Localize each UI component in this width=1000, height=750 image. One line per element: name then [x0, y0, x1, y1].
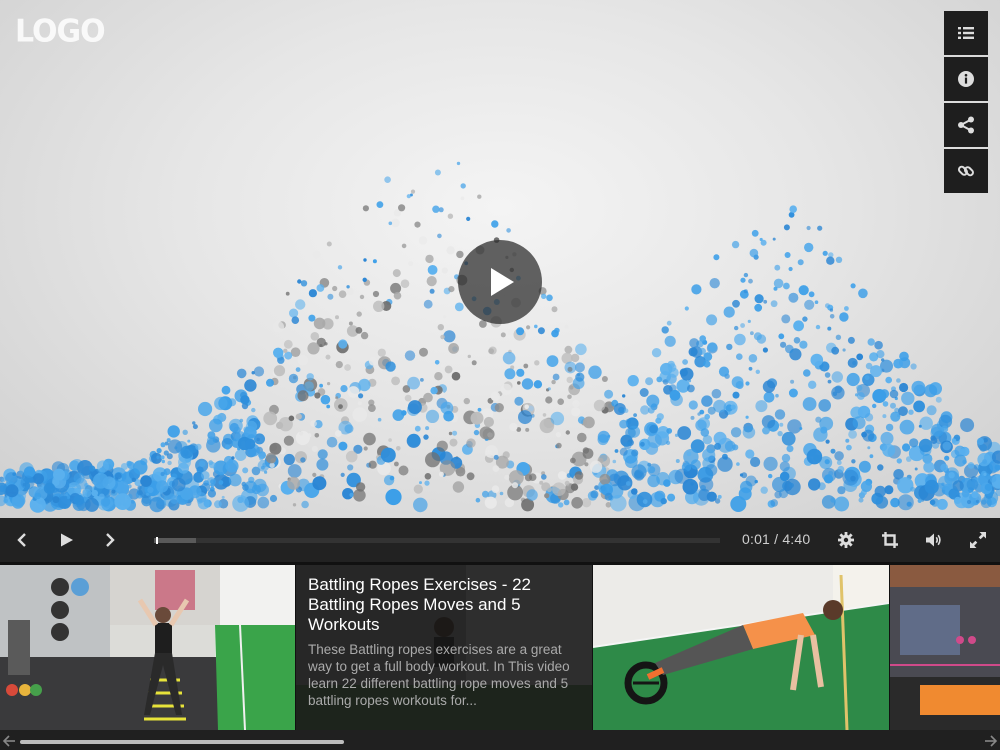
playlist-item[interactable]	[593, 565, 889, 730]
arrow-left-icon[interactable]	[2, 734, 16, 748]
volume-icon	[926, 533, 941, 547]
video-info-overlay: Battling Ropes Exercises - 22 Battling R…	[296, 565, 592, 730]
video-thumbnail	[890, 565, 1000, 730]
play-icon	[491, 268, 514, 296]
info-icon	[958, 71, 974, 87]
link-button[interactable]	[944, 149, 988, 193]
video-thumbnail	[0, 565, 295, 730]
fullscreen-icon	[970, 532, 986, 548]
arrow-right-icon[interactable]	[984, 734, 998, 748]
crop-button[interactable]	[868, 518, 912, 562]
previous-button[interactable]	[0, 518, 44, 562]
playlist-item[interactable]	[0, 565, 295, 730]
share-icon	[958, 116, 974, 134]
chevron-left-icon	[17, 533, 26, 547]
playlist-scrollbar[interactable]	[0, 730, 1000, 750]
fullscreen-button[interactable]	[956, 518, 1000, 562]
volume-button[interactable]	[912, 518, 956, 562]
time-display: 0:01 / 4:40	[742, 531, 811, 547]
video-description: These Battling ropes exercises are a gre…	[308, 642, 570, 708]
settings-button[interactable]	[824, 518, 868, 562]
playhead[interactable]	[156, 537, 159, 544]
buffered-bar	[154, 538, 197, 543]
link-icon	[957, 165, 974, 177]
video-thumbnail	[593, 565, 889, 730]
gear-icon	[838, 532, 854, 548]
seek-bar[interactable]	[154, 537, 720, 544]
big-play-button[interactable]	[458, 240, 542, 324]
video-player: LOGO 0:01 / 4:40 Battling Ropes Exercise…	[0, 0, 1000, 750]
crop-icon	[882, 532, 898, 548]
info-button[interactable]	[944, 57, 988, 101]
control-bar: 0:01 / 4:40	[0, 518, 1000, 562]
logo: LOGO	[15, 13, 106, 50]
playlist-item-active[interactable]: Battling Ropes Exercises - 22 Battling R…	[296, 565, 592, 730]
side-menu	[944, 11, 988, 193]
playlist-carousel: Battling Ropes Exercises - 22 Battling R…	[0, 562, 1000, 730]
list-icon	[958, 27, 974, 39]
video-area[interactable]: LOGO	[0, 0, 1000, 518]
play-button[interactable]	[44, 518, 88, 562]
next-button[interactable]	[88, 518, 132, 562]
video-title[interactable]: Battling Ropes Exercises - 22 Battling R…	[308, 575, 580, 635]
playlist-button[interactable]	[944, 11, 988, 55]
share-button[interactable]	[944, 103, 988, 147]
chevron-right-icon	[106, 533, 115, 547]
scrollbar-thumb[interactable]	[20, 740, 344, 744]
play-icon	[61, 533, 73, 547]
playlist-item[interactable]	[890, 565, 1000, 730]
right-controls	[824, 518, 1000, 562]
